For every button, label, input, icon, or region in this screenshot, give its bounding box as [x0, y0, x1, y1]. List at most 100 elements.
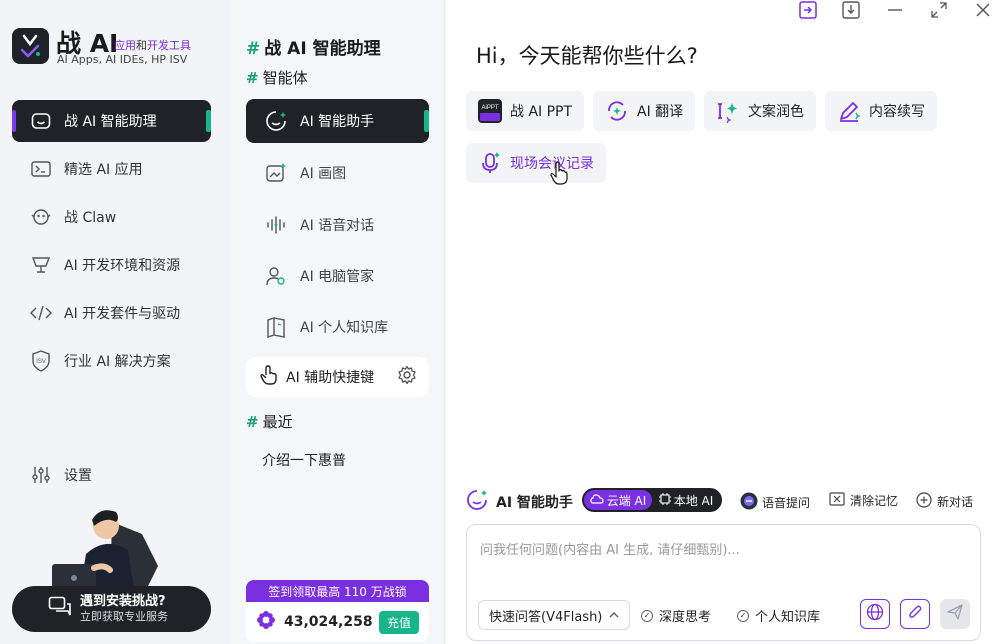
book-icon — [264, 315, 288, 339]
deep-think-toggle[interactable]: ✓ 深度思考 — [641, 606, 711, 625]
quick-shortcut-button[interactable]: AI 辅助快捷键 — [246, 357, 429, 397]
logo-tagline: 应用和开发工具 — [114, 39, 191, 52]
sidebar-item-apps[interactable]: 精选 AI 应用 — [12, 148, 211, 190]
voice-wave-icon — [264, 213, 288, 237]
claw-bot-icon — [30, 206, 52, 228]
app-window: 战 AI 应用和开发工具 AI Apps, AI IDEs, HP ISV 战 … — [0, 0, 1000, 644]
app-logo — [12, 28, 49, 64]
recent-item[interactable]: 介绍一下惠普 — [262, 450, 346, 470]
translate-icon — [605, 99, 629, 123]
globe-icon — [866, 603, 884, 625]
new-chat-button[interactable]: 新对话 — [916, 492, 973, 511]
mode-cloud[interactable]: 云端 AI — [584, 490, 652, 510]
download-icon[interactable] — [840, 0, 862, 20]
code-icon — [30, 302, 52, 324]
sidebar-item-dev-env[interactable]: AI 开发环境和资源 — [12, 244, 211, 286]
points-banner[interactable]: 签到领取最高 110 万战锁 — [246, 580, 429, 602]
left-sidebar: 战 AI 应用和开发工具 AI Apps, AI IDEs, HP ISV 战 … — [0, 0, 231, 644]
assistant-face-icon — [30, 110, 52, 132]
chip-label: AI 翻译 — [637, 104, 684, 120]
web-search-button[interactable] — [860, 599, 890, 629]
sidebar-item-label: 行业 AI 解决方案 — [64, 354, 171, 370]
sidebar-item-label: 精选 AI 应用 — [64, 162, 143, 178]
assistant-indicator: AI 智能助手 — [466, 489, 573, 515]
agent-label: AI 个人知识库 — [300, 320, 389, 336]
promo-subtitle: 立即获取专业服务 — [80, 610, 168, 623]
chat-input[interactable]: 问我任何问题(内容由 AI 生成, 请仔细甄别)... — [480, 539, 740, 558]
terminal-icon — [30, 158, 52, 180]
chip-label: 内容续写 — [869, 104, 925, 120]
sidebar-item-assistant[interactable]: 战 AI 智能助理 — [12, 100, 211, 142]
chip-polish[interactable]: 文案润色 — [704, 91, 816, 131]
quick-shortcut-label: AI 辅助快捷键 — [286, 370, 375, 386]
sidebar-item-dev-kit[interactable]: AI 开发套件与驱动 — [12, 292, 211, 334]
clear-memory-button[interactable]: 清除记忆 — [829, 492, 898, 509]
mic-icon — [478, 151, 502, 175]
sidebar-item-claw[interactable]: 战 Claw — [12, 196, 211, 238]
sliders-icon — [30, 464, 52, 486]
knowledge-base-toggle[interactable]: ✓ 个人知识库 — [737, 606, 820, 625]
minimize-icon[interactable] — [884, 0, 906, 20]
pen-icon — [837, 99, 861, 123]
attach-button[interactable] — [900, 599, 930, 629]
lamp-icon — [30, 254, 52, 276]
chip-meeting[interactable]: 现场会议记录 — [466, 143, 606, 183]
settings-gear-icon[interactable] — [397, 365, 417, 389]
cloud-icon — [590, 493, 604, 508]
recharge-button[interactable]: 充值 — [378, 610, 419, 634]
hand-pointer-icon — [260, 365, 278, 389]
logo-subtitle: AI Apps, AI IDEs, HP ISV — [57, 53, 188, 66]
ppt-icon: AiPPT — [478, 99, 502, 123]
agent-item-voice[interactable]: AI 语音对话 — [246, 203, 429, 247]
agent-label: AI 画图 — [300, 166, 347, 182]
paperclip-icon — [907, 603, 923, 625]
promo-title: 遇到安装挑战? — [80, 594, 166, 609]
assistant-face-icon — [264, 109, 288, 133]
voice-avatar-icon — [740, 492, 758, 513]
chevron-up-icon — [609, 608, 619, 623]
greeting-heading: Hi，今天能帮你些什么? — [476, 44, 698, 68]
voice-ask-button[interactable]: 语音提问 — [740, 492, 810, 513]
agent-label: AI 智能助手 — [300, 114, 375, 130]
mode-local[interactable]: 本地 AI — [652, 492, 720, 509]
agent-panel: # 战 AI 智能助理 # 智能体 AI 智能助手 AI 画图 AI 语音对话 AI… — [231, 0, 445, 644]
main-chat-area: Hi，今天能帮你些什么? AiPPT 战 AI PPT AI 翻译 文案润色 内… — [446, 0, 1000, 644]
agent-item-assistant[interactable]: AI 智能助手 — [246, 99, 429, 143]
user-gear-icon — [264, 264, 288, 288]
chip-ppt[interactable]: AiPPT 战 AI PPT — [466, 91, 585, 131]
chip-cpu-icon — [658, 492, 671, 508]
check-circle-icon: ✓ — [641, 609, 653, 622]
svg-text:ISV: ISV — [36, 359, 46, 365]
close-icon[interactable] — [972, 0, 994, 20]
chip-label: 战 AI PPT — [510, 104, 573, 120]
check-circle-icon: ✓ — [737, 609, 749, 622]
agent-label: AI 语音对话 — [300, 218, 375, 234]
text-polish-icon — [716, 99, 740, 123]
isv-shield-icon: ISV — [30, 350, 52, 372]
flower-points-icon — [256, 610, 276, 634]
model-select[interactable]: 快速问答(V4Flash) — [478, 600, 630, 630]
points-card: 签到领取最高 110 万战锁 43,024,258 充值 — [246, 580, 429, 642]
support-promo-button[interactable]: 遇到安装挑战? 立即获取专业服务 — [12, 586, 211, 632]
send-icon — [947, 604, 963, 624]
send-button[interactable] — [940, 599, 970, 629]
agent-item-draw[interactable]: AI 画图 — [246, 151, 429, 195]
sidebar-item-industry[interactable]: ISV 行业 AI 解决方案 — [12, 340, 211, 382]
agent-item-pc-manager[interactable]: AI 电脑管家 — [246, 254, 429, 298]
support-illustration — [50, 504, 170, 594]
chat-input-box: 问我任何问题(内容由 AI 生成, 请仔细甄别)... 快速问答(V4Flash… — [466, 524, 981, 641]
agent-item-knowledge[interactable]: AI 个人知识库 — [246, 305, 429, 349]
settings-button[interactable]: 设置 — [12, 454, 211, 496]
chip-continue[interactable]: 内容续写 — [825, 91, 937, 131]
pin-window-icon[interactable] — [797, 0, 819, 20]
sidebar-item-label: 战 Claw — [64, 210, 117, 226]
sidebar-item-label: 战 AI 智能助理 — [64, 114, 157, 130]
ai-mode-toggle[interactable]: 云端 AI 本地 AI — [582, 488, 722, 512]
hand-cursor-icon — [550, 161, 568, 189]
agents-heading: # 智能体 — [246, 69, 308, 87]
chip-translate[interactable]: AI 翻译 — [593, 91, 696, 131]
image-sparkle-icon — [264, 161, 288, 185]
chat-bubble-icon — [48, 596, 72, 622]
maximize-icon[interactable] — [928, 0, 950, 20]
panel-title: # 战 AI 智能助理 — [246, 39, 381, 59]
